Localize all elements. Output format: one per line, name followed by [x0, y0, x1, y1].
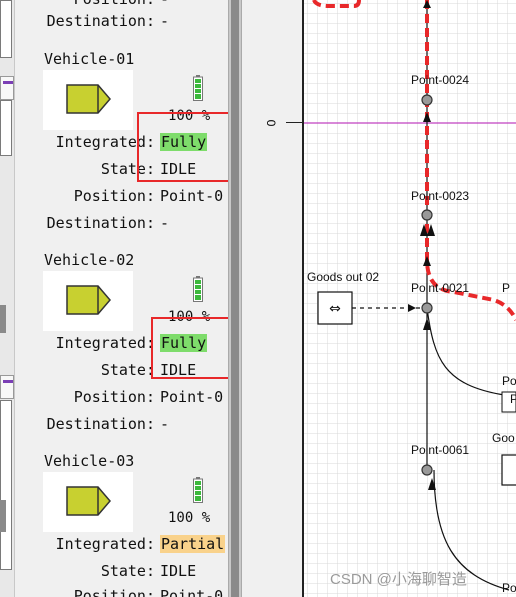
panel-scrollbar[interactable]	[228, 0, 242, 597]
battery-icon	[193, 276, 203, 302]
map-point[interactable]	[421, 209, 433, 221]
integrated-label: Integrated:	[55, 334, 155, 352]
vehicle-name: Vehicle-01	[44, 50, 135, 68]
location-label: Goods out 02	[307, 270, 380, 284]
destination-value: -	[160, 214, 170, 232]
position-value: Point-0	[160, 388, 224, 406]
state-label: State:	[100, 160, 155, 178]
point-label: Po	[502, 581, 516, 595]
ruler-tick	[286, 122, 302, 123]
vehicle-name: Vehicle-02	[44, 251, 135, 269]
left-tool-strip	[0, 0, 14, 597]
tool-panel-handle[interactable]	[0, 500, 6, 532]
plant-map[interactable]: ⇔ Point-0024 Point-0023 Point-0021 Point…	[304, 0, 516, 597]
point-label: P	[502, 281, 511, 295]
vehicle-icon	[66, 486, 111, 516]
position-value: -	[160, 0, 169, 8]
destination-value: -	[160, 12, 170, 30]
point-label: Po	[502, 374, 516, 388]
location-label: Goo	[492, 431, 515, 445]
state-label: State:	[100, 361, 155, 379]
destination-value: -	[160, 415, 170, 433]
vehicle-name: Vehicle-03	[44, 452, 135, 470]
vehicle-image	[43, 271, 133, 331]
integrated-value: Partial	[160, 535, 226, 553]
state-value: IDLE	[160, 562, 197, 580]
tool-panel-header[interactable]	[0, 375, 14, 399]
battery-level: 100 %	[168, 510, 211, 526]
location-arrows-icon: ⇔	[329, 301, 341, 317]
battery-icon	[193, 75, 203, 101]
destination-label: Destination:	[46, 415, 155, 433]
ruler-zero-label: 0	[264, 119, 279, 127]
battery-icon	[193, 477, 203, 503]
vertical-ruler: 0	[242, 0, 302, 597]
position-value: Point-0	[160, 187, 224, 205]
map-point[interactable]	[421, 302, 433, 314]
scrollbar-thumb[interactable]	[231, 0, 239, 597]
integrated-label: Integrated:	[55, 133, 155, 151]
position-label: Position:	[73, 388, 155, 406]
state-label: State:	[100, 562, 155, 580]
position-label: Position:	[73, 587, 155, 597]
vehicle-image	[43, 70, 133, 130]
tool-panel-frame	[0, 400, 12, 570]
destination-label: Destination:	[46, 12, 155, 30]
map-canvas[interactable]: ⇔	[304, 0, 516, 597]
map-point[interactable]	[421, 94, 433, 106]
point-label: Point-0024	[411, 73, 470, 87]
vehicle-icon	[66, 285, 111, 315]
tool-panel-frame	[0, 0, 12, 58]
vehicle-panel: Position: - Destination: - Vehicle-01 10…	[14, 0, 228, 597]
vehicle-icon	[66, 84, 111, 114]
point-label: Po	[510, 392, 516, 406]
integrated-label: Integrated:	[55, 535, 155, 553]
position-label: Position:	[73, 187, 155, 205]
point-label: Point-0021	[411, 281, 470, 295]
vehicle-image	[43, 472, 133, 532]
point-label: Point-0061	[411, 443, 470, 457]
map-point[interactable]	[421, 464, 433, 476]
location-box[interactable]	[501, 454, 516, 486]
position-label: Position:	[15, 0, 155, 8]
destination-label: Destination:	[46, 214, 155, 232]
watermark: CSDN @小海聊智造	[330, 571, 467, 588]
tool-panel-header[interactable]	[0, 76, 14, 100]
position-value: Point-0	[160, 587, 224, 597]
tool-panel-handle[interactable]	[0, 305, 6, 333]
tool-panel-frame	[0, 100, 12, 156]
point-label: Point-0023	[411, 189, 470, 203]
